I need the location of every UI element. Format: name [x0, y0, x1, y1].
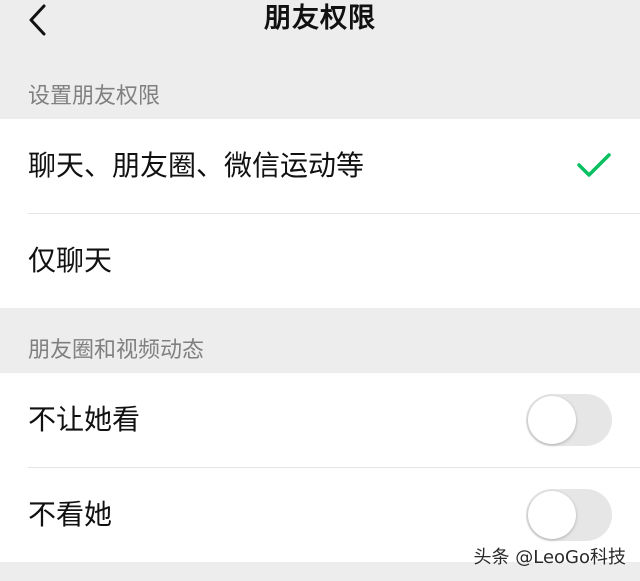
page-title: 朋友权限 — [264, 3, 376, 34]
row-label: 不看她 — [28, 498, 113, 531]
checkmark-icon — [577, 153, 611, 177]
option-chat-moments-werun[interactable]: 聊天、朋友圈、微信运动等 — [0, 119, 640, 213]
friend-permissions-card: 聊天、朋友圈、微信运动等 仅聊天 — [0, 119, 640, 308]
moments-permissions-card: 不让她看 不看她 — [0, 373, 640, 562]
hide-my-posts-toggle[interactable] — [526, 394, 612, 446]
row-label: 不让她看 — [28, 403, 141, 436]
watermark: 头条 @LeoGo科技 — [473, 547, 626, 568]
toggle-knob — [528, 491, 576, 539]
option-label: 聊天、朋友圈、微信运动等 — [28, 149, 365, 182]
navigation-bar: 朋友权限 — [0, 0, 640, 70]
option-label: 仅聊天 — [28, 244, 113, 277]
option-chat-only[interactable]: 仅聊天 — [0, 214, 640, 308]
row-hide-my-posts: 不让她看 — [0, 373, 640, 467]
section-header-moments-and-channels: 朋友圈和视频动态 — [28, 338, 205, 363]
section-header-friend-permissions: 设置朋友权限 — [28, 84, 161, 109]
toggle-knob — [528, 396, 576, 444]
hide-her-posts-toggle[interactable] — [526, 489, 612, 541]
